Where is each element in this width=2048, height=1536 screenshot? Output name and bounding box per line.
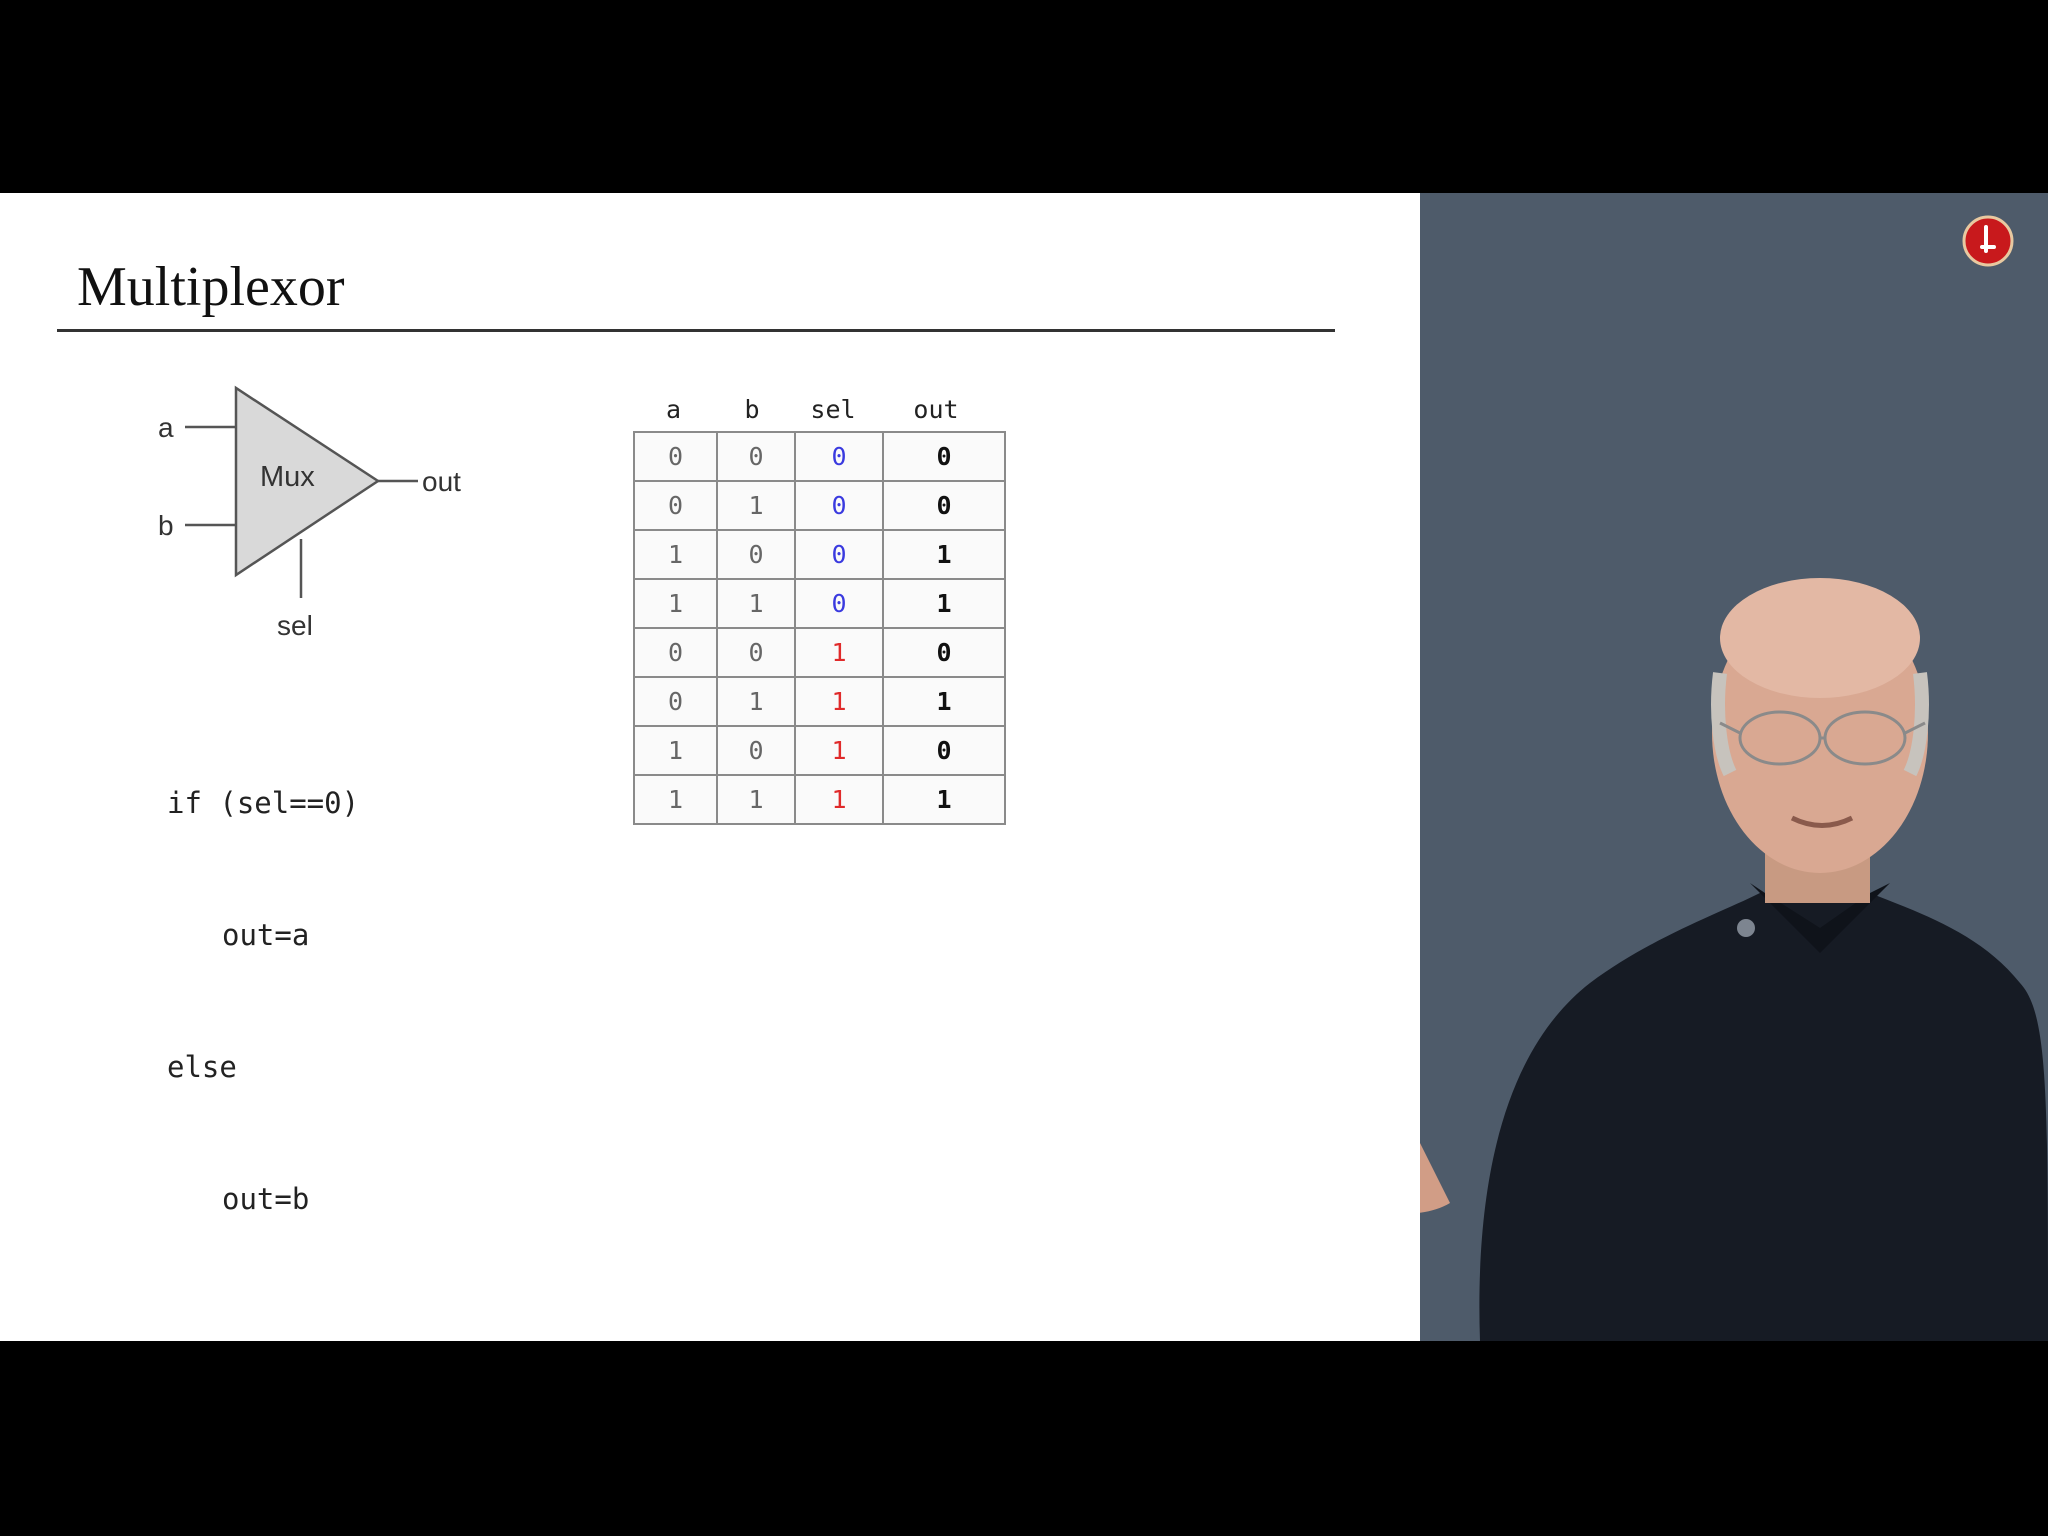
cell-a: 1 — [633, 774, 718, 825]
cell-b: 1 — [716, 676, 796, 727]
mux-diagram: Mux a b out sel — [158, 385, 461, 641]
cell-a: 0 — [633, 627, 718, 678]
cell-out: 1 — [882, 529, 1006, 580]
lecture-slide: Multiplexor Mux a b out sel if (sel==0) … — [0, 193, 1420, 1341]
presenter-shirt — [1479, 893, 2048, 1341]
cell-sel: 1 — [794, 725, 884, 776]
header-sel: sel — [810, 395, 856, 424]
lapel-microphone — [1737, 919, 1755, 937]
code-line: else — [167, 1050, 237, 1084]
cell-sel: 1 — [794, 627, 884, 678]
cell-sel: 1 — [794, 774, 884, 825]
code-line: out=a — [222, 918, 310, 952]
video-frame[interactable]: Multiplexor Mux a b out sel if (sel==0) … — [0, 193, 2048, 1341]
input-b-label: b — [158, 510, 174, 541]
cell-a: 0 — [633, 676, 718, 727]
cell-b: 1 — [716, 774, 796, 825]
presenter-figure — [1420, 578, 2048, 1341]
presenter-hand — [1420, 1143, 1450, 1213]
page-title: Multiplexor — [77, 256, 345, 318]
code-line: out=b — [222, 1182, 310, 1216]
presenter-video — [1420, 193, 2048, 1341]
cell-a: 1 — [633, 578, 718, 629]
output-label: out — [422, 466, 461, 497]
cell-b: 1 — [716, 480, 796, 531]
cell-b: 0 — [716, 627, 796, 678]
cell-a: 1 — [633, 529, 718, 580]
table-row: 0 1 1 1 — [633, 676, 1006, 727]
truth-table-header: a b sel out — [633, 389, 1006, 431]
header-b: b — [744, 395, 760, 424]
cell-out: 1 — [882, 578, 1006, 629]
presenter-scalp — [1720, 578, 1920, 698]
select-label: sel — [277, 610, 313, 641]
cell-out: 0 — [882, 725, 1006, 776]
input-a-label: a — [158, 412, 174, 443]
table-row: 0 0 1 0 — [633, 627, 1006, 678]
mux-pseudo-code: if (sel==0) out=a else out=b — [167, 693, 359, 1309]
header-a: a — [665, 395, 682, 424]
cell-sel: 1 — [794, 676, 884, 727]
truth-table: a b sel out 0 0 0 0 0 1 0 0 1 0 0 1 1 1 … — [633, 389, 1006, 825]
cell-out: 1 — [882, 774, 1006, 825]
code-line: if (sel==0) — [167, 786, 360, 820]
table-row: 1 1 0 1 — [633, 578, 1006, 629]
cell-a: 1 — [633, 725, 718, 776]
header-out: out — [913, 395, 959, 424]
cell-out: 0 — [882, 627, 1006, 678]
table-row: 1 0 0 1 — [633, 529, 1006, 580]
title-divider — [57, 329, 1335, 332]
table-row: 1 1 1 1 — [633, 774, 1006, 825]
cell-b: 0 — [716, 431, 796, 482]
cell-out: 0 — [882, 431, 1006, 482]
cell-b: 1 — [716, 578, 796, 629]
cell-out: 1 — [882, 676, 1006, 727]
cell-out: 0 — [882, 480, 1006, 531]
cell-a: 0 — [633, 480, 718, 531]
table-row: 1 0 1 0 — [633, 725, 1006, 776]
cell-sel: 0 — [794, 480, 884, 531]
cell-b: 0 — [716, 529, 796, 580]
cell-a: 0 — [633, 431, 718, 482]
table-row: 0 1 0 0 — [633, 480, 1006, 531]
cell-sel: 0 — [794, 431, 884, 482]
cell-sel: 0 — [794, 529, 884, 580]
truth-table-grid: 0 0 0 0 0 1 0 0 1 0 0 1 1 1 0 1 0 0 1 0 … — [633, 431, 1006, 825]
cell-b: 0 — [716, 725, 796, 776]
mux-label: Mux — [260, 461, 315, 493]
table-row: 0 0 0 0 — [633, 431, 1006, 482]
cell-sel: 0 — [794, 578, 884, 629]
